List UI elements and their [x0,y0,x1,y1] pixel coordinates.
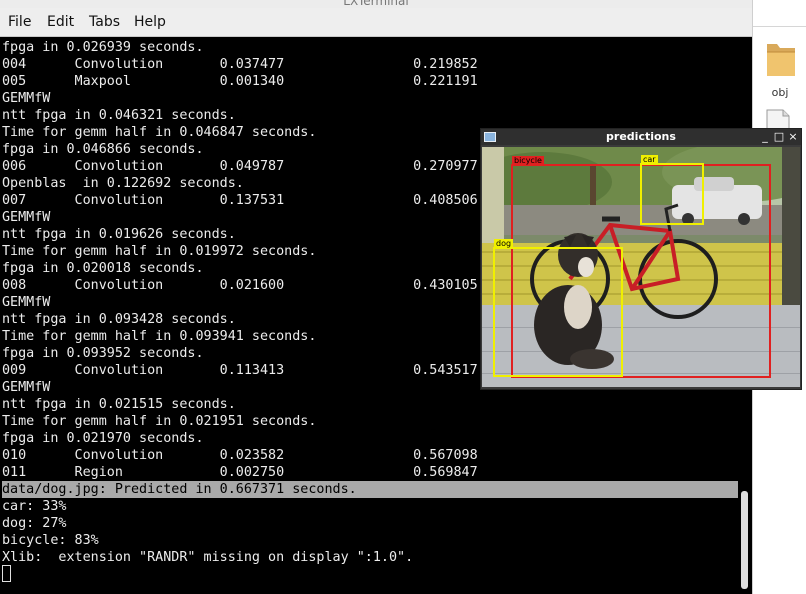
desktop-divider [753,26,806,27]
maximize-icon[interactable]: □ [773,129,785,145]
terminal-line: ntt fpga in 0.046321 seconds. [2,108,236,123]
terminal-line: 004 Convolution 0.037477 0.219852 [2,57,478,72]
terminal-line: GEMMfW [2,91,51,106]
car-label: car [641,155,658,165]
terminal-line: data/dog.jpg: Predicted in 0.667371 seco… [2,481,738,498]
dog-label: dog [494,239,514,249]
terminal-line: car: 33% [2,499,67,514]
folder-icon[interactable] [763,38,799,80]
terminal-line: 011 Region 0.002750 0.569847 [2,465,478,480]
menu-file[interactable]: File [8,12,31,32]
dog-bounding-box: dog [493,239,623,377]
terminal-cursor [2,565,11,582]
minimize-icon[interactable]: _ [759,129,771,145]
bicycle-label: bicycle [512,156,544,166]
predictions-titlebar[interactable]: predictions _ □ × [481,129,801,145]
terminal-line: ntt fpga in 0.021515 seconds. [2,397,236,412]
folder-label[interactable]: obj [753,86,806,99]
terminal-line: Time for gemm half in 0.021951 seconds. [2,414,317,429]
car-bounding-box: car [640,155,704,225]
terminal-line: 010 Convolution 0.023582 0.567098 [2,448,478,463]
terminal-line: Xlib: extension "RANDR" missing on displ… [2,550,414,565]
scrollbar-thumb[interactable] [741,491,748,589]
terminal-line: 005 Maxpool 0.001340 0.221191 [2,74,478,89]
menu-help[interactable]: Help [134,12,166,32]
predictions-window[interactable]: predictions _ □ × bicycle car dog [480,128,802,390]
terminal-line: fpga in 0.021970 seconds. [2,431,204,446]
terminal-line: fpga in 0.026939 seconds. [2,40,204,55]
prediction-image: bicycle car dog [482,147,800,387]
close-icon[interactable]: × [787,129,799,145]
menu-edit[interactable]: Edit [47,12,74,32]
terminal-line: dog: 27% [2,516,67,531]
menu-tabs[interactable]: Tabs [89,12,120,32]
predictions-title: predictions [606,130,676,143]
terminal-line: bicycle: 83% [2,533,99,548]
terminal-menubar: File Edit Tabs Help [0,8,752,37]
